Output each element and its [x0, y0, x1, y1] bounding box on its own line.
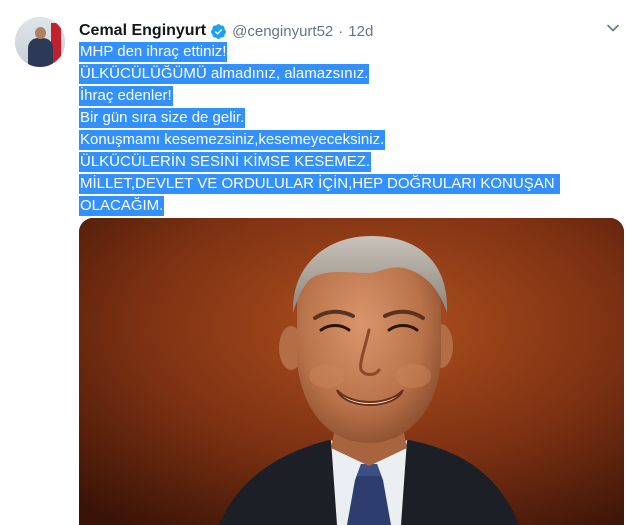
tweet-line-text: MİLLET,DEVLET VE ORDULULAR İÇİN,HEP DOĞR… — [79, 174, 560, 194]
tweet-line-text: OLACAĞIM. — [79, 196, 165, 216]
verified-badge-icon — [211, 23, 227, 39]
tweet-line: MİLLET,DEVLET VE ORDULULAR İÇİN,HEP DOĞR… — [79, 173, 619, 195]
tweet-line: Konuşmamı kesemezsiniz,kesemeyeceksiniz. — [79, 129, 619, 151]
tweet-line-text: ÜLKÜCÜLÜĞÜMÜ almadınız, alamazsınız. — [79, 64, 370, 84]
tweet-line-text: İhraç edenler! — [79, 86, 173, 106]
separator-dot: · — [338, 22, 344, 40]
tweet-header: Cemal Enginyurt @cenginyurt52 · 12d — [79, 20, 373, 42]
tweet-line-text: Konuşmamı kesemezsiniz,kesemeyeceksiniz. — [79, 130, 386, 150]
tweet-line-text: Bir gün sıra size de gelir. — [79, 108, 246, 128]
tweet-line: MHP den ihraç ettiniz! — [79, 41, 619, 63]
avatar[interactable] — [15, 17, 65, 67]
timestamp[interactable]: 12d — [348, 23, 373, 40]
author-name[interactable]: Cemal Enginyurt — [79, 22, 206, 40]
portrait-photo — [79, 218, 624, 525]
tweet-line: ÜLKÜCÜLERİN SESİNİ KİMSE KESEMEZ. — [79, 151, 619, 173]
tweet-line: İhraç edenler! — [79, 85, 619, 107]
tweet-line-text: MHP den ihraç ettiniz! — [79, 42, 228, 62]
chevron-down-icon[interactable] — [606, 21, 620, 35]
tweet-text: MHP den ihraç ettiniz! ÜLKÜCÜLÜĞÜMÜ alma… — [79, 41, 619, 217]
tweet-line-text: ÜLKÜCÜLERİN SESİNİ KİMSE KESEMEZ. — [79, 152, 372, 172]
tweet-card[interactable]: Cemal Enginyurt @cenginyurt52 · 12d MHP … — [0, 0, 630, 525]
tweet-line: Bir gün sıra size de gelir. — [79, 107, 619, 129]
author-handle[interactable]: @cenginyurt52 — [232, 23, 333, 40]
tweet-line: OLACAĞIM. — [79, 195, 619, 217]
tweet-photo[interactable] — [79, 218, 624, 525]
tweet-line: ÜLKÜCÜLÜĞÜMÜ almadınız, alamazsınız. — [79, 63, 619, 85]
